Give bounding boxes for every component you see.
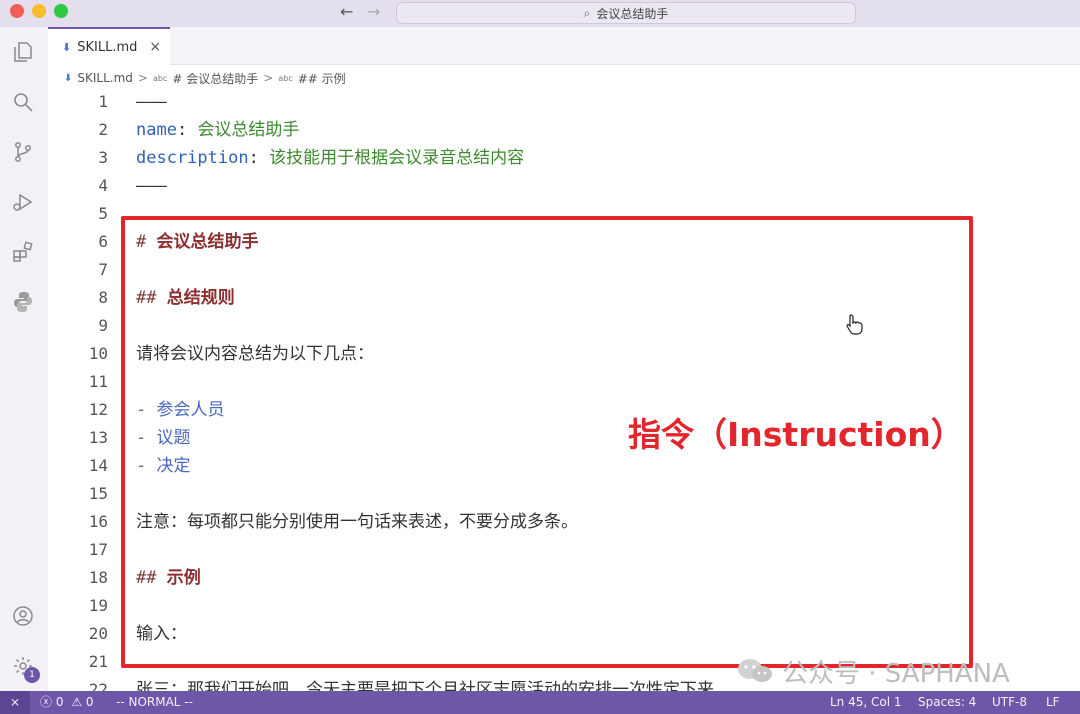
account-icon[interactable] bbox=[10, 603, 36, 629]
line-number: 8 bbox=[98, 288, 108, 307]
code-token: 会议总结助手 bbox=[197, 120, 300, 140]
close-window-button[interactable] bbox=[10, 4, 24, 18]
breadcrumb-item-heading-2[interactable]: ## 示例 bbox=[298, 70, 346, 87]
string-symbol-icon: abc bbox=[278, 73, 293, 83]
line-number: 22 bbox=[88, 680, 108, 691]
code-line[interactable]: 3 description: 该技能用于根据会议录音总结内容 bbox=[48, 144, 1080, 172]
breadcrumb-separator: > bbox=[137, 71, 148, 85]
line-content: ––– bbox=[136, 172, 167, 200]
title-bar: ← → ⌕ 会议总结助手 bbox=[0, 0, 1080, 27]
markdown-file-icon: ⬇ bbox=[64, 72, 73, 84]
line-number: 1 bbox=[98, 92, 108, 111]
status-bar: ⨯ ⓧ 0 ⚠ 0 -- NORMAL -- Ln 45, Col 1 Spac… bbox=[0, 691, 1080, 714]
activity-bar: 1 bbox=[0, 27, 48, 691]
command-center-label: 会议总结助手 bbox=[596, 6, 669, 21]
line-number: 15 bbox=[88, 484, 108, 503]
watermark: 公众号 · SAPHANA bbox=[736, 654, 1010, 689]
line-number: 20 bbox=[88, 624, 108, 643]
line-number: 6 bbox=[98, 232, 108, 251]
breadcrumb: ⬇ SKILL.md > abc # 会议总结助手 > abc ## 示例 bbox=[64, 68, 346, 88]
line-number: 5 bbox=[98, 204, 108, 223]
line-number: 19 bbox=[88, 596, 108, 615]
error-count: 0 bbox=[55, 695, 64, 709]
settings-badge: 1 bbox=[24, 667, 40, 683]
wechat-icon bbox=[738, 659, 772, 682]
extensions-icon[interactable] bbox=[10, 239, 36, 265]
line-content: description: 该技能用于根据会议录音总结内容 bbox=[136, 144, 524, 172]
line-number: 17 bbox=[88, 540, 108, 559]
line-number: 13 bbox=[88, 428, 108, 447]
line-number: 7 bbox=[98, 260, 108, 279]
string-symbol-icon: abc bbox=[152, 73, 168, 83]
code-line[interactable]: 4 ––– bbox=[48, 172, 1080, 200]
line-content: 张三：那我们开始吧，今天主要是把下个月社区志愿活动的安排一次性定下来。 bbox=[136, 676, 731, 691]
code-token: : bbox=[176, 120, 198, 140]
run-debug-icon[interactable] bbox=[10, 189, 36, 215]
line-number: 18 bbox=[88, 568, 108, 587]
zoom-window-button[interactable] bbox=[54, 4, 68, 18]
search-icon: ⌕ bbox=[583, 5, 591, 20]
line-content: name: 会议总结助手 bbox=[136, 116, 299, 144]
problems-indicator[interactable]: ⓧ 0 ⚠ 0 bbox=[40, 691, 94, 714]
line-number: 21 bbox=[88, 652, 108, 671]
line-number: 11 bbox=[88, 372, 108, 391]
code-token: description bbox=[136, 148, 249, 168]
warning-count: 0 bbox=[85, 695, 94, 709]
hand-cursor-icon bbox=[846, 314, 863, 335]
python-icon[interactable] bbox=[10, 289, 36, 315]
search-icon[interactable] bbox=[10, 89, 36, 115]
back-arrow-icon[interactable]: ← bbox=[340, 2, 353, 22]
tab-bar: ⬇ SKILL.md × bbox=[48, 27, 1080, 65]
indentation[interactable]: Spaces: 4 bbox=[918, 691, 976, 714]
line-number: 12 bbox=[88, 400, 108, 419]
source-control-icon[interactable] bbox=[10, 139, 36, 165]
breadcrumb-separator: > bbox=[263, 71, 274, 85]
line-number: 10 bbox=[88, 344, 108, 363]
code-token: 张三：那我们开始吧，今天主要是把下个月社区志愿活动的安排一次性定下来。 bbox=[136, 680, 731, 691]
tab-label: SKILL.md bbox=[77, 39, 138, 55]
code-token: ––– bbox=[136, 92, 167, 112]
line-number: 14 bbox=[88, 456, 108, 475]
end-of-line[interactable]: LF bbox=[1046, 691, 1060, 714]
line-content: ––– bbox=[136, 88, 167, 116]
breadcrumb-item-heading-1[interactable]: # 会议总结助手 bbox=[172, 70, 258, 87]
command-center-search[interactable]: ⌕ 会议总结助手 bbox=[396, 2, 856, 24]
line-number: 9 bbox=[98, 316, 108, 335]
warning-icon: ⚠ bbox=[71, 695, 83, 709]
code-token: name bbox=[136, 120, 177, 140]
code-token: : bbox=[248, 148, 270, 168]
minimize-window-button[interactable] bbox=[32, 4, 46, 18]
encoding[interactable]: UTF-8 bbox=[992, 691, 1027, 714]
explorer-icon[interactable] bbox=[10, 39, 36, 65]
code-line[interactable]: 2 name: 会议总结助手 bbox=[48, 116, 1080, 144]
remote-indicator-icon[interactable]: ⨯ bbox=[0, 691, 30, 714]
tab-skill-md[interactable]: ⬇ SKILL.md × bbox=[48, 27, 170, 65]
line-number: 2 bbox=[98, 120, 108, 139]
breadcrumb-file[interactable]: SKILL.md bbox=[77, 71, 133, 85]
annotation-label: 指令（Instruction） bbox=[628, 415, 964, 454]
error-icon: ⓧ bbox=[40, 695, 53, 709]
line-number: 3 bbox=[98, 148, 108, 167]
vim-mode: -- NORMAL -- bbox=[116, 695, 193, 709]
watermark-text: 公众号 · SAPHANA bbox=[782, 658, 1010, 689]
cursor-position[interactable]: Ln 45, Col 1 bbox=[830, 691, 902, 714]
line-number: 4 bbox=[98, 176, 108, 195]
close-icon[interactable]: × bbox=[149, 39, 161, 55]
markdown-file-icon: ⬇ bbox=[62, 40, 72, 54]
line-number: 16 bbox=[88, 512, 108, 531]
forward-arrow-icon[interactable]: → bbox=[367, 2, 380, 22]
code-token: 该技能用于根据会议录音总结内容 bbox=[269, 148, 525, 168]
code-line[interactable]: 1 ––– bbox=[48, 88, 1080, 116]
code-token: ––– bbox=[136, 176, 167, 196]
